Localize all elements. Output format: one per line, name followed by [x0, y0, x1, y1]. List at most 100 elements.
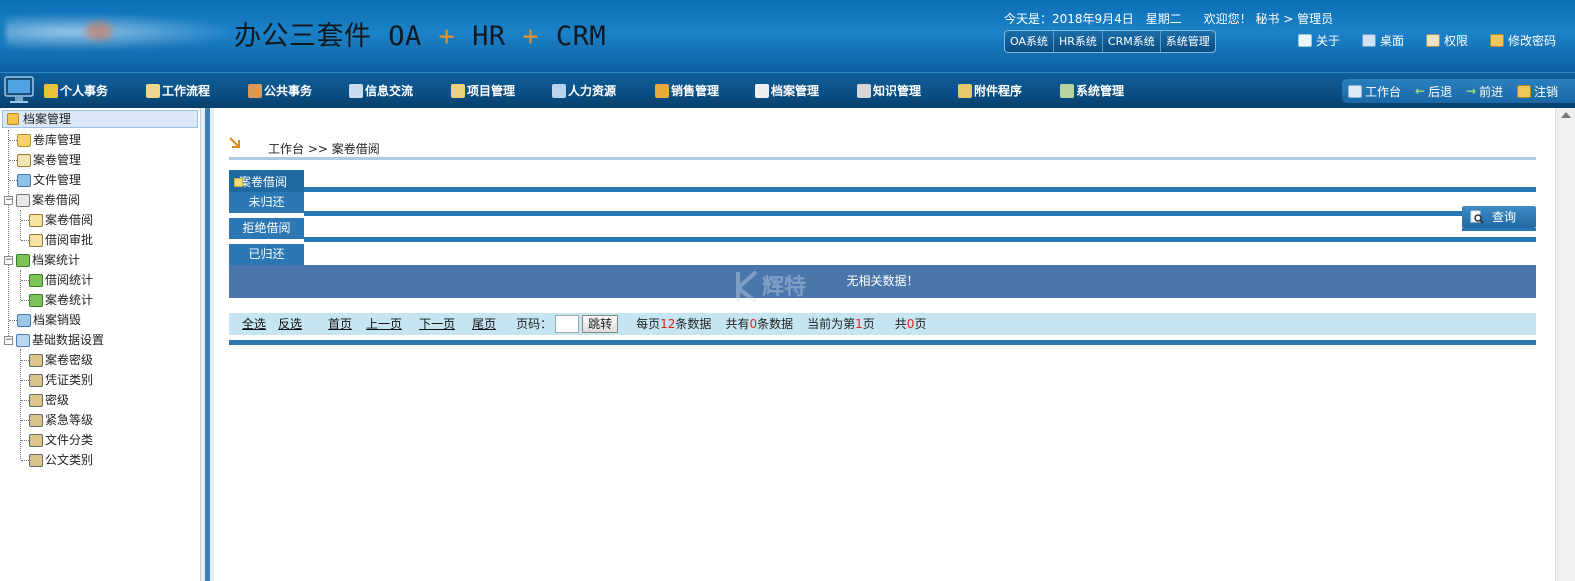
back-button[interactable]: ← 后退: [1415, 83, 1452, 100]
sidebar-item-case-stats[interactable]: 案卷统计: [21, 291, 93, 309]
doc-pen-icon: [29, 413, 43, 427]
folder-user-icon: [17, 133, 31, 147]
sidebar-item-file-management[interactable]: 文件管理: [9, 171, 81, 189]
permission-link[interactable]: 权限: [1426, 32, 1468, 49]
collapse-icon[interactable]: −: [4, 256, 13, 265]
scroll-up-icon[interactable]: [1561, 112, 1571, 118]
sidebar-item-voucher-type[interactable]: 凭证类别: [21, 371, 93, 389]
sidebar-item-borrow-stats[interactable]: 借阅统计: [21, 271, 93, 289]
sidebar-item-file-category[interactable]: 文件分类: [21, 431, 93, 449]
settings-doc-icon: [16, 333, 30, 347]
sidebar-item-case-secret-level[interactable]: 案卷密级: [21, 351, 93, 369]
doc-pen-icon: [29, 353, 43, 367]
sys-tab-crm[interactable]: CRM系统: [1103, 31, 1161, 52]
breadcrumb-divider: [229, 157, 1536, 160]
next-page-link[interactable]: 下一页: [419, 313, 455, 335]
nav-sales[interactable]: 销售管理: [655, 73, 719, 109]
nav-public[interactable]: 公共事务: [248, 73, 312, 109]
sidebar: 档案管理 卷库管理 案卷管理 文件管理 − 案卷借阅 案卷借阅 借阅审批 − 档…: [0, 108, 200, 581]
sidebar-item-official-doc-type[interactable]: 公文类别: [21, 451, 93, 469]
bar-chart-icon: [29, 293, 43, 307]
nav-project[interactable]: 项目管理: [451, 73, 515, 109]
doc-pen-icon: [29, 453, 43, 467]
nav-attachments[interactable]: 附件程序: [958, 73, 1022, 109]
tree-branch: [21, 399, 29, 401]
pages-suffix: 页: [914, 317, 927, 331]
collapse-icon[interactable]: −: [4, 196, 13, 205]
per-page-suffix: 条数据: [675, 317, 712, 331]
tab-label: 拒绝借阅: [242, 221, 291, 235]
collapse-icon[interactable]: −: [4, 336, 13, 345]
tab-returned[interactable]: 已归还: [229, 244, 304, 265]
tag-icon: [29, 233, 43, 247]
current-prefix: 当前为第: [807, 317, 856, 331]
system-icon: [1060, 84, 1074, 98]
nav-workflow[interactable]: 工作流程: [146, 73, 210, 109]
last-page-link[interactable]: 尾页: [472, 313, 496, 335]
sidebar-item-volume-library[interactable]: 卷库管理: [9, 131, 81, 149]
sidebar-item-base-data-group[interactable]: 基础数据设置: [16, 331, 104, 349]
tab-rejected[interactable]: 拒绝借阅: [229, 218, 304, 239]
sidebar-root-label: 档案管理: [23, 112, 72, 126]
sidebar-splitter[interactable]: [200, 108, 214, 581]
desktop-link[interactable]: 桌面: [1362, 32, 1404, 49]
sidebar-root[interactable]: 档案管理: [2, 110, 198, 128]
query-label: 查询: [1492, 210, 1517, 224]
logout-button[interactable]: 注销: [1517, 83, 1558, 100]
query-button[interactable]: 查询: [1462, 206, 1536, 228]
tab-row-borrow: 案卷借阅: [229, 170, 1536, 194]
sidebar-item-label: 紧急等级: [45, 413, 94, 427]
nav-knowledge[interactable]: 知识管理: [857, 73, 921, 109]
about-label: 关于: [1316, 34, 1341, 48]
nav-attachments-label: 附件程序: [974, 84, 1023, 98]
sys-tab-admin[interactable]: 系统管理: [1161, 31, 1215, 52]
tag-icon: [29, 213, 43, 227]
sidebar-item-borrow-approval[interactable]: 借阅审批: [21, 231, 93, 249]
prev-page-link[interactable]: 上一页: [366, 313, 402, 335]
sidebar-item-archive-destroy[interactable]: 档案销毁: [9, 311, 81, 329]
watermark-logo: 辉特: [736, 270, 806, 304]
first-page-link[interactable]: 首页: [328, 313, 352, 335]
doc-pen-icon: [29, 433, 43, 447]
sales-icon: [655, 84, 669, 98]
desktop-label: 桌面: [1380, 34, 1405, 48]
nav-system[interactable]: 系统管理: [1060, 73, 1124, 109]
nav-info[interactable]: 信息交流: [349, 73, 413, 109]
tree-branch: [21, 299, 29, 301]
sidebar-item-secret-level[interactable]: 密级: [21, 391, 69, 409]
change-password-link[interactable]: 修改密码: [1490, 32, 1556, 49]
sidebar-item-urgency[interactable]: 紧急等级: [21, 411, 93, 429]
welcome-user: 欢迎您！ 秘书 > 管理员: [1203, 12, 1334, 26]
sidebar-item-label: 档案统计: [32, 253, 81, 267]
tab-case-borrow[interactable]: 案卷借阅: [229, 170, 304, 194]
nav-project-label: 项目管理: [467, 84, 516, 98]
breadcrumb: 工作台 >> 案卷借阅: [268, 142, 380, 156]
tab-unreturned[interactable]: 未归还: [229, 192, 304, 213]
nav-personal[interactable]: 个人事务: [44, 73, 108, 109]
sidebar-item-case-management[interactable]: 案卷管理: [9, 151, 81, 169]
about-link[interactable]: 关于: [1298, 32, 1340, 49]
select-all-link[interactable]: 全选: [242, 313, 266, 335]
nav-archive[interactable]: 档案管理: [755, 73, 819, 109]
main-nav: 个人事务 工作流程 公共事务 信息交流 项目管理 人力资源 销售管理 档案管理 …: [0, 72, 1575, 108]
sidebar-item-borrow-group[interactable]: 案卷借阅: [16, 191, 80, 209]
forward-button[interactable]: → 前进: [1466, 83, 1503, 100]
current-suffix: 页: [862, 317, 875, 331]
tree-branch: [9, 179, 17, 181]
jump-button[interactable]: 跳转: [582, 315, 619, 333]
pages-prefix: 共: [894, 317, 907, 331]
page-number-input[interactable]: [555, 315, 580, 333]
sys-tab-hr[interactable]: HR系统: [1054, 31, 1103, 52]
vertical-scrollbar[interactable]: [1555, 108, 1575, 581]
invert-select-link[interactable]: 反选: [278, 313, 302, 335]
archive-root-icon: [7, 113, 19, 125]
workbench-label: 工作台: [1365, 84, 1402, 99]
workflow-icon: [146, 84, 160, 98]
sidebar-item-case-borrow[interactable]: 案卷借阅: [21, 211, 93, 229]
sidebar-item-statistics-group[interactable]: 档案统计: [16, 251, 80, 269]
nav-hr[interactable]: 人力资源: [552, 73, 616, 109]
workbench-button[interactable]: 工作台: [1348, 83, 1401, 100]
tree-branch: [21, 359, 29, 361]
sys-tab-oa[interactable]: OA系统: [1005, 31, 1054, 52]
tab-label: 未归还: [248, 195, 285, 209]
